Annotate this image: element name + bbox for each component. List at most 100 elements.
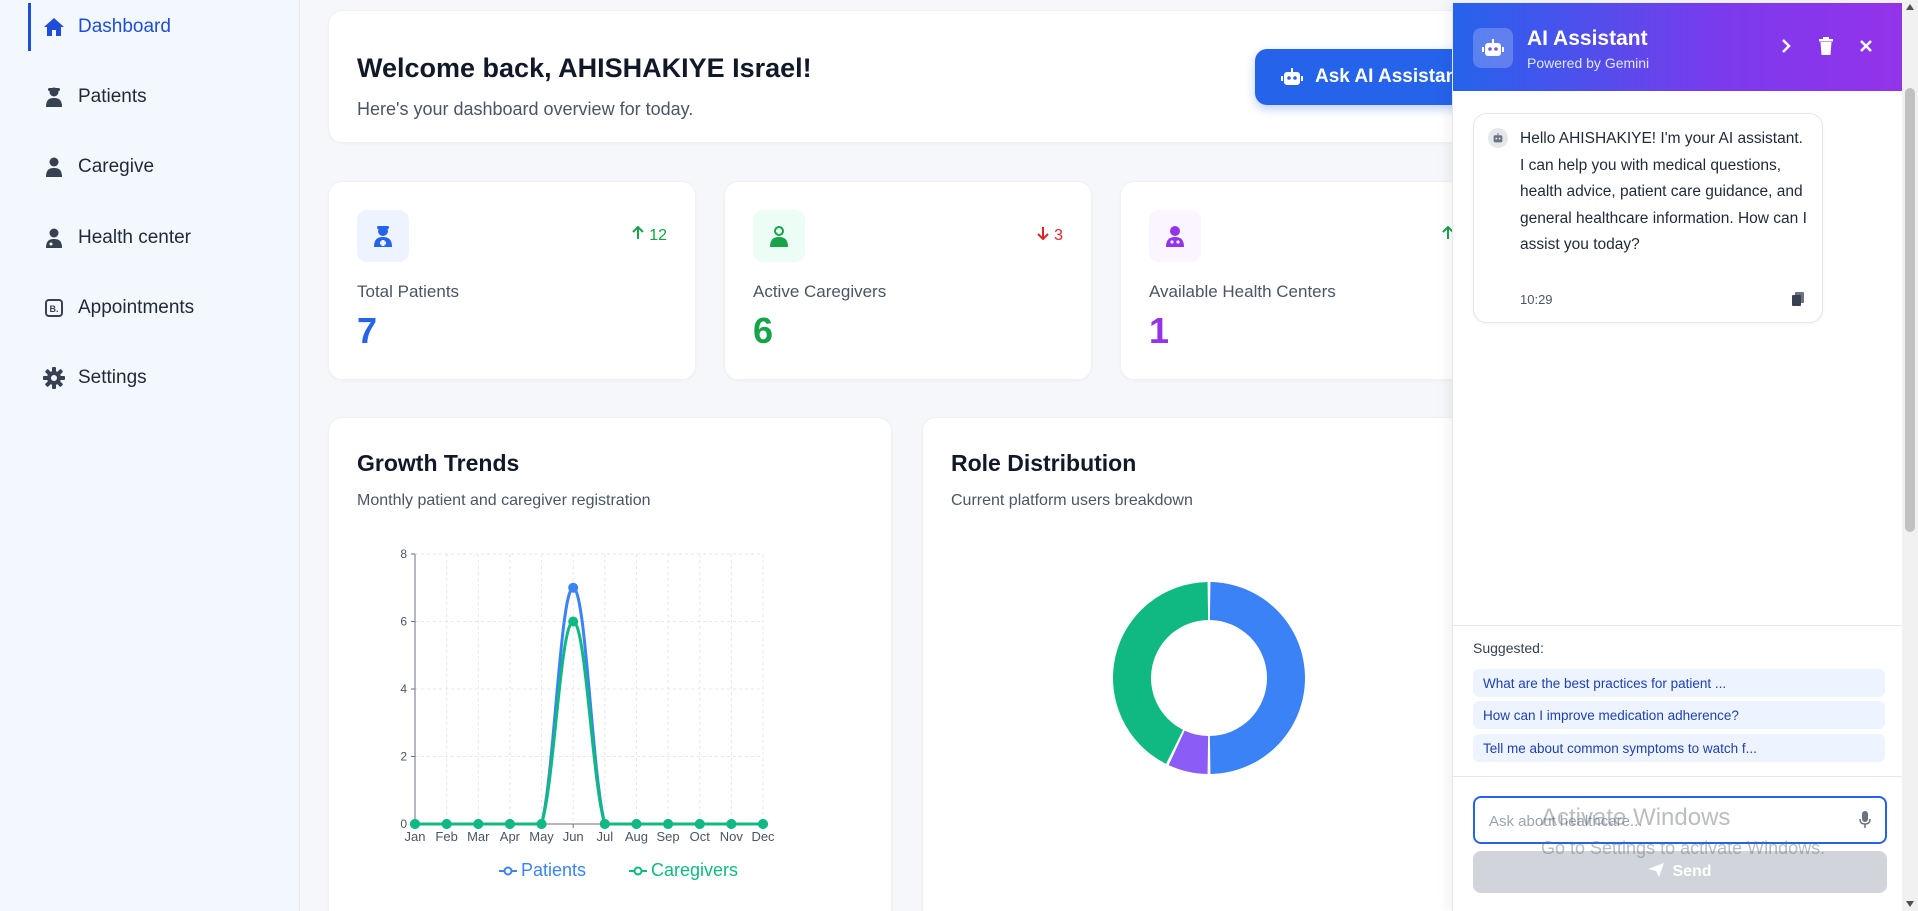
- x-tick-label: Feb: [435, 829, 457, 844]
- robot-icon: [1488, 128, 1508, 148]
- trend-value: 12: [649, 226, 667, 244]
- sidebar-item-appointments[interactable]: B. Appointments: [28, 284, 288, 332]
- svg-text:B.: B.: [50, 304, 59, 314]
- robot-icon: [1281, 68, 1303, 86]
- y-tick-label: 2: [400, 750, 407, 764]
- doctor-icon: [1149, 210, 1201, 262]
- sidebar-item-label: Settings: [78, 367, 147, 388]
- arrow-up-icon: [1441, 225, 1452, 245]
- sidebar-item-settings[interactable]: Settings: [28, 354, 288, 402]
- x-tick-label: Apr: [500, 829, 521, 844]
- data-point: [410, 819, 420, 829]
- x-tick-label: Oct: [690, 829, 711, 844]
- series-line-caregivers: [415, 619, 763, 826]
- appointment-icon: B.: [42, 296, 66, 320]
- sidebar-item-caregive[interactable]: Caregive: [28, 143, 288, 191]
- legend-caregivers[interactable]: Caregivers: [629, 860, 738, 881]
- legend-label: Caregivers: [651, 860, 739, 880]
- patient-icon: [42, 85, 66, 109]
- stat-card-total-patients: 12 Total Patients 7: [328, 181, 696, 380]
- x-tick-label: May: [529, 829, 554, 844]
- sidebar-item-label: Dashboard: [78, 16, 171, 37]
- suggestion-chip[interactable]: Tell me about common symptoms to watch f…: [1473, 734, 1885, 762]
- ai-header: AI Assistant Powered by Gemini: [1453, 3, 1903, 91]
- message-text: Hello AHISHAKIYE! I'm your AI assistant.…: [1520, 130, 1807, 253]
- y-tick-label: 8: [400, 547, 407, 561]
- stat-value: 1: [1149, 310, 1170, 351]
- activate-windows-watermark: Activate Windows: [1541, 804, 1731, 831]
- arrow-down-icon: [1036, 226, 1050, 245]
- sidebar-item-label: Patients: [78, 86, 147, 107]
- divider: [1453, 776, 1903, 777]
- patient-icon: [357, 210, 409, 262]
- chart-subtitle: Current platform users breakdown: [951, 492, 1193, 509]
- scrollbar-thumb[interactable]: [1905, 88, 1915, 532]
- welcome-card: Welcome back, AHISHAKIYE Israel! Here's …: [328, 10, 1452, 143]
- suggestion-chip[interactable]: What are the best practices for patient …: [1473, 669, 1885, 697]
- x-tick-label: Nov: [720, 829, 744, 844]
- send-icon: [1648, 862, 1665, 882]
- x-tick-label: Aug: [625, 829, 648, 844]
- ai-title: AI Assistant: [1527, 27, 1648, 50]
- suggested-label: Suggested:: [1473, 640, 1544, 656]
- data-point: [568, 616, 579, 627]
- x-tick-label: Mar: [467, 829, 490, 844]
- role-distribution-card: Role Distribution Current platform users…: [922, 417, 1452, 911]
- x-tick-label: Sep: [657, 829, 680, 844]
- sidebar-item-health-center[interactable]: Health center: [28, 214, 288, 262]
- stat-value: 6: [753, 310, 774, 351]
- welcome-subtitle: Here's your dashboard overview for today…: [357, 99, 694, 119]
- data-point: [504, 819, 515, 829]
- activate-windows-hint: Go to Settings to activate Windows.: [1541, 838, 1826, 858]
- donut-slice[interactable]: [1209, 582, 1305, 774]
- y-tick-label: 6: [400, 615, 407, 629]
- sidebar-item-label: Caregive: [78, 156, 155, 177]
- suggestion-chip[interactable]: How can I improve medication adherence?: [1473, 701, 1885, 729]
- legend-patients[interactable]: Patients: [499, 860, 586, 881]
- role-donut-chart: [1113, 582, 1305, 774]
- sidebar: Dashboard Patients Caregive Health cente…: [0, 0, 300, 911]
- chevron-right-icon[interactable]: [1775, 35, 1797, 57]
- data-point: [441, 819, 452, 829]
- legend-label: Patients: [521, 860, 587, 880]
- x-tick-label: Jan: [405, 829, 426, 844]
- scroll-up-icon[interactable]: [1906, 4, 1914, 10]
- data-point: [663, 819, 674, 829]
- chart-title: Role Distribution: [951, 450, 1137, 476]
- ask-ai-label: Ask AI Assistant: [1315, 66, 1452, 87]
- ask-ai-assistant-button[interactable]: Ask AI Assistant: [1255, 49, 1452, 105]
- growth-line-chart: 02468Jan Feb Mar Apr May Jun Jul Aug Sep Oct Nov De…: [400, 547, 775, 844]
- sidebar-item-patients[interactable]: Patients: [28, 73, 288, 121]
- data-point: [758, 819, 768, 829]
- chart-subtitle: Monthly patient and caregiver registrati…: [357, 492, 651, 509]
- copy-icon[interactable]: [1792, 292, 1804, 311]
- page-scrollbar[interactable]: [1902, 0, 1918, 911]
- data-point: [599, 819, 610, 829]
- stat-label: Active Caregivers: [753, 282, 887, 301]
- send-label: Send: [1672, 863, 1712, 880]
- close-icon[interactable]: [1855, 35, 1877, 57]
- stat-value: 7: [357, 310, 378, 351]
- caregiver-icon: [42, 155, 66, 179]
- trend-indicator: 12: [631, 225, 667, 245]
- sidebar-item-label: Appointments: [78, 297, 195, 318]
- scroll-down-icon[interactable]: [1906, 901, 1914, 907]
- data-point: [694, 819, 705, 829]
- stat-card-health-centers: Available Health Centers 1: [1120, 181, 1452, 380]
- assistant-message: Hello AHISHAKIYE! I'm your AI assistant.…: [1473, 113, 1823, 323]
- stat-card-active-caregivers: 3 Active Caregivers 6: [724, 181, 1092, 380]
- trend-value: 3: [1054, 226, 1063, 244]
- divider: [1453, 625, 1903, 626]
- x-tick-label: Jun: [563, 829, 584, 844]
- caregiver-icon: [753, 210, 805, 262]
- message-time: 10:29: [1520, 292, 1553, 307]
- trash-icon[interactable]: [1815, 35, 1837, 57]
- sidebar-item-dashboard[interactable]: Dashboard: [28, 3, 288, 51]
- chart-title: Growth Trends: [357, 450, 520, 476]
- x-tick-label: Dec: [751, 829, 775, 844]
- welcome-title: Welcome back, AHISHAKIYE Israel!: [357, 53, 812, 83]
- trend-indicator: [1441, 225, 1452, 245]
- arrow-up-icon: [631, 225, 645, 245]
- data-point: [726, 819, 737, 829]
- microphone-icon[interactable]: [1859, 811, 1871, 834]
